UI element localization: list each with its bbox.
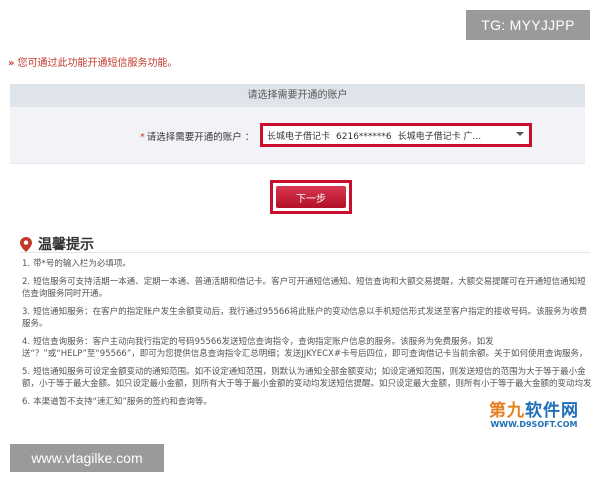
account-dropdown[interactable]: 长城电子借记卡 6216******6 长城电子借记卡 广... [260, 123, 532, 147]
tip-text: 短信查询服务：客户主动向我行指定的号码95566发送短信查询指令，查询指定账户信… [22, 337, 588, 359]
tip-item: 5. 短信通知服务可设定金额变动的通知范围。如不设定通知范围，则默认为通知全部金额… [22, 366, 594, 390]
watermark: www.vtagilke.com [10, 444, 164, 472]
service-notice: » 您可通过此功能开通短信服务功能。 [8, 54, 177, 69]
next-button-highlight: 下一步 [270, 180, 352, 214]
tip-num: 5. [22, 367, 31, 377]
logo-cn: 第九软件网 [476, 396, 592, 421]
chevron-down-icon [515, 130, 525, 141]
logo-cn-part2: 软件网 [525, 401, 579, 421]
account-dropdown-value: 长城电子借记卡 6216******6 长城电子借记卡 广... [267, 129, 481, 142]
tip-text: 本渠道暂不支持“速汇知”服务的签约和查询等。 [33, 397, 212, 407]
tip-num: 1. [22, 259, 31, 269]
tip-num: 4. [22, 337, 31, 347]
tip-item: 2. 短信服务可支持活期一本通、定期一本通、普通活期和借记卡。客户可开通短信通知、… [22, 276, 594, 300]
card-type: 长城电子借记卡 [267, 131, 331, 142]
logo-en: WWW.D9SOFT.COM [490, 420, 578, 429]
location-pin-icon [20, 236, 32, 252]
tip-item: 3. 短信通知服务：在客户的指定账户发生余额变动后，我行通过95566将此账户的变… [22, 306, 594, 330]
tip-text: 短信通知服务可设定金额变动的通知范围。如不设定通知范围，则默认为通知全部金额变动… [22, 367, 592, 389]
card-number: 6216******6 [336, 131, 392, 142]
logo-cn-part1: 第九 [489, 401, 525, 421]
tips-divider [20, 252, 590, 253]
account-label: * 请选择需要开通的账户 ： [140, 129, 254, 143]
tip-text: 带*号的输入栏为必填项。 [33, 259, 131, 269]
tip-item: 1. 带*号的输入栏为必填项。 [22, 258, 594, 270]
tip-text: 短信服务可支持活期一本通、定期一本通、普通活期和借记卡。客户可开通短信通知、短信… [22, 277, 586, 299]
tip-num: 6. [22, 397, 31, 407]
tips-list: 1. 带*号的输入栏为必填项。 2. 短信服务可支持活期一本通、定期一本通、普通活期… [22, 258, 594, 414]
tip-item: 4. 短信查询服务：客户主动向我行指定的号码95566发送短信查询指令，查询指定账… [22, 336, 594, 360]
tips-title: 温馨提示 [20, 234, 94, 254]
notice-text: 您可通过此功能开通短信服务功能。 [17, 58, 178, 69]
card-name: 长城电子借记卡 广... [397, 131, 482, 142]
account-select-section: 请选择需要开通的账户 * 请选择需要开通的账户 ： 长城电子借记卡 6216****… [10, 84, 585, 164]
site-logo: 第九软件网 WWW.D9SOFT.COM [476, 396, 592, 436]
tip-num: 2. [22, 277, 31, 287]
account-label-text: 请选择需要开通的账户 ： [146, 132, 255, 143]
required-mark: * [140, 132, 145, 143]
tg-badge: TG: MYYJJPP [466, 10, 590, 40]
tip-num: 3. [22, 307, 31, 317]
tip-text: 短信通知服务：在客户的指定账户发生余额变动后，我行通过95566将此账户的变动信… [22, 307, 588, 329]
tips-title-text: 温馨提示 [38, 237, 94, 253]
next-button[interactable]: 下一步 [276, 186, 346, 208]
notice-arrow: » [8, 58, 15, 69]
account-row: * 请选择需要开通的账户 ： 长城电子借记卡 6216******6 长城电子借记卡 … [10, 123, 585, 147]
section-header: 请选择需要开通的账户 [10, 85, 585, 107]
